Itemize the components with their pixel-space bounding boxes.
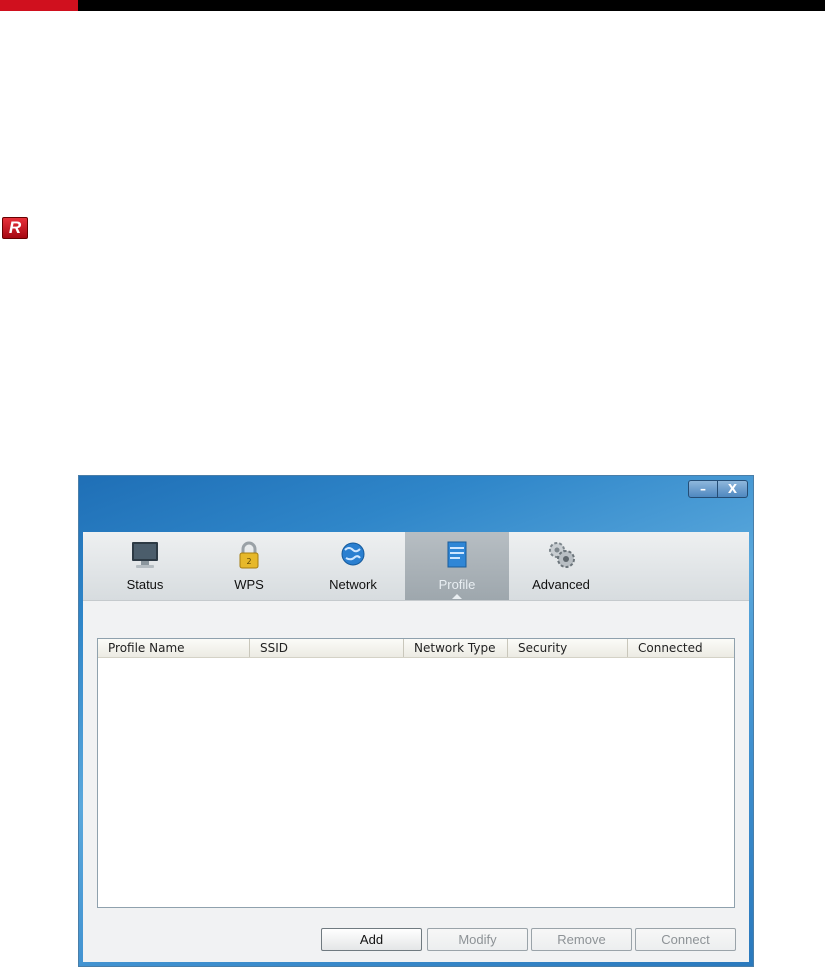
globe-icon	[341, 542, 365, 566]
app-window: – X Status 2 WPS Network Profile Advance…	[78, 475, 754, 967]
add-button[interactable]: Add	[321, 928, 422, 951]
tab-profile-label: Profile	[438, 577, 476, 592]
brand-logo-icon: R	[2, 217, 28, 239]
modify-button[interactable]: Modify	[427, 928, 528, 951]
tab-status-label: Status	[126, 577, 164, 592]
tab-profile[interactable]: Profile	[405, 532, 509, 600]
monitor-icon	[132, 542, 158, 568]
main-toolbar: Status 2 WPS Network Profile Advanced	[83, 532, 749, 601]
close-button[interactable]: X	[718, 480, 748, 498]
column-header-connected[interactable]: Connected	[628, 639, 734, 657]
connect-button[interactable]: Connect	[635, 928, 736, 951]
tab-wps[interactable]: 2 WPS	[197, 532, 301, 600]
column-header-security[interactable]: Security	[508, 639, 628, 657]
gears-icon	[549, 542, 575, 568]
brand-logo-letter: R	[8, 218, 22, 237]
tab-advanced[interactable]: Advanced	[509, 532, 613, 600]
document-header-bar	[0, 0, 825, 11]
tab-advanced-label: Advanced	[532, 577, 590, 592]
action-buttons: Add Modify Remove Connect	[83, 928, 749, 952]
client-area: Status 2 WPS Network Profile Advanced Pr…	[83, 532, 749, 962]
table-header: Profile Name SSID Network Type Security …	[98, 639, 734, 658]
tab-wps-label: WPS	[234, 577, 264, 592]
profile-list-table[interactable]: Profile Name SSID Network Type Security …	[97, 638, 735, 908]
column-header-network-type[interactable]: Network Type	[404, 639, 508, 657]
tab-network-label: Network	[329, 577, 377, 592]
tab-status[interactable]: Status	[93, 532, 197, 600]
profile-document-icon	[447, 541, 467, 568]
tab-network[interactable]: Network	[301, 532, 405, 600]
active-tab-indicator	[452, 594, 462, 599]
svg-text:2: 2	[246, 557, 251, 566]
document-header-accent	[0, 0, 78, 11]
window-controls: – X	[688, 480, 748, 498]
column-header-ssid[interactable]: SSID	[250, 639, 404, 657]
padlock-icon: 2	[239, 541, 259, 569]
remove-button[interactable]: Remove	[531, 928, 632, 951]
minimize-button[interactable]: –	[688, 480, 718, 498]
column-header-profile-name[interactable]: Profile Name	[98, 639, 250, 657]
